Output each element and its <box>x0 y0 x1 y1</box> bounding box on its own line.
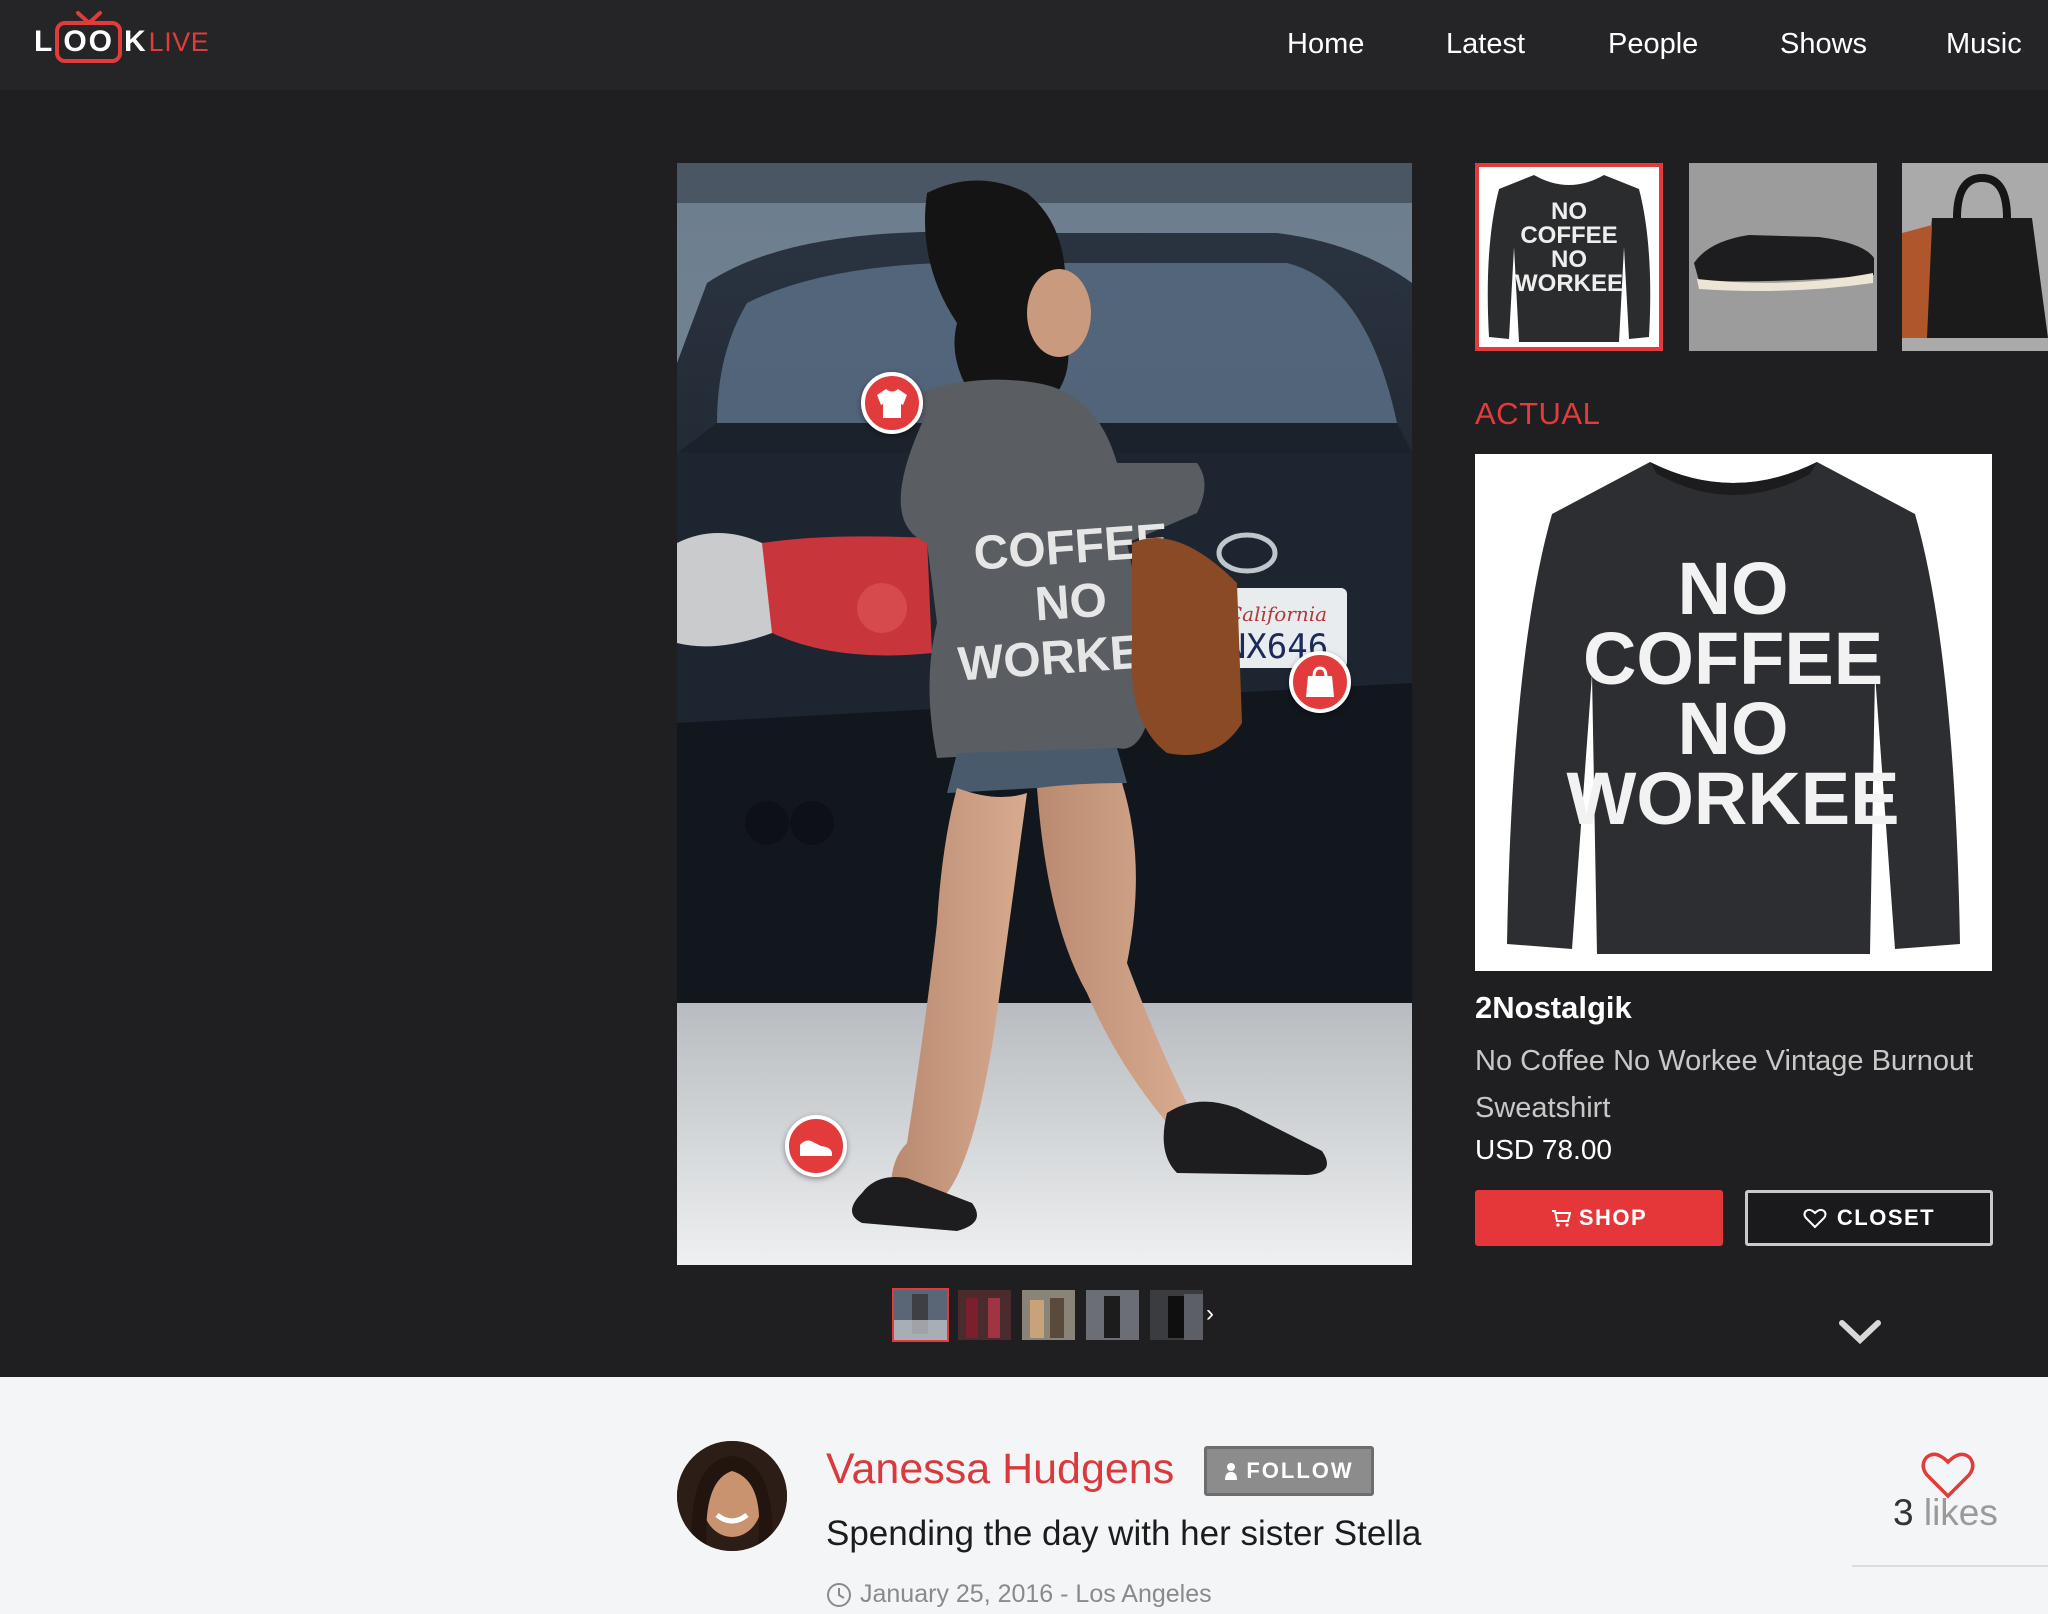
closet-button-label: CLOSET <box>1836 1205 1936 1230</box>
thumb-shirt-line-3: NO <box>1551 246 1587 273</box>
street-scene-image: California NX646 COFFEE NO WORKEE <box>677 163 1412 1265</box>
gallery-thumb-image <box>894 1290 947 1340</box>
gallery-thumb[interactable] <box>892 1288 949 1342</box>
hotspot-bag[interactable] <box>1289 651 1351 713</box>
lookk-live-logo[interactable]: L OO K LIVE <box>34 11 210 70</box>
logo-letter-l: L <box>34 25 54 58</box>
avatar-image <box>677 1441 787 1551</box>
look-photo[interactable]: California NX646 COFFEE NO WORKEE <box>677 163 1412 1265</box>
follow-button-label: FOLLOW <box>1246 1458 1354 1483</box>
logo-live-text: LIVE <box>148 26 210 57</box>
person-icon <box>1225 1463 1238 1480</box>
nav-people[interactable]: People <box>1608 22 1698 66</box>
product-thumb-sweatshirt[interactable]: NO COFFEE NO WORKEE <box>1475 163 1663 351</box>
nav-shows[interactable]: Shows <box>1780 22 1867 66</box>
shoe-icon <box>800 1140 832 1156</box>
gallery-thumb[interactable] <box>1084 1288 1141 1342</box>
hotspot-shoe[interactable] <box>785 1115 847 1177</box>
gallery-thumb-image <box>1022 1290 1075 1340</box>
bag-thumb-image <box>1902 163 2048 351</box>
nav-latest[interactable]: Latest <box>1446 22 1525 66</box>
avatar[interactable] <box>677 1441 787 1551</box>
product-name[interactable]: No Coffee No Workee Vintage Burnout Swea… <box>1475 1038 2015 1132</box>
bag-icon <box>1306 666 1334 697</box>
closet-button[interactable]: CLOSET <box>1745 1190 1993 1246</box>
post-meta: January 25, 2016 - Los Angeles <box>826 1580 1212 1609</box>
plate-state-text: California <box>1227 602 1327 626</box>
product-brand[interactable]: 2Nostalgik <box>1475 990 1632 1026</box>
heart-outline-icon <box>1803 1208 1827 1229</box>
nav-home[interactable]: Home <box>1287 22 1364 66</box>
product-image[interactable]: NO COFFEE NO WORKEE <box>1475 454 1992 971</box>
thumb-shirt-line-4: WORKEE <box>1515 270 1623 297</box>
gallery-thumb-image <box>1150 1290 1203 1340</box>
shoe-thumb-image <box>1689 163 1877 351</box>
sweatshirt-product-image: NO COFFEE NO WORKEE <box>1507 462 1960 954</box>
gallery-thumb[interactable] <box>956 1288 1013 1342</box>
likes-divider <box>1852 1565 2048 1567</box>
gallery-thumb[interactable] <box>1020 1288 1077 1342</box>
product-thumb-shoe[interactable] <box>1689 163 1877 351</box>
thumb-shirt-line-2: COFFEE <box>1520 222 1617 249</box>
product-price: USD 78.00 <box>1475 1134 1612 1165</box>
photo-gallery-strip <box>892 1288 1205 1342</box>
likes-word: likes <box>1923 1492 1998 1533</box>
photo-shirt-line-2: NO <box>1033 574 1109 632</box>
person-name[interactable]: Vanessa Hudgens <box>826 1445 1174 1494</box>
follow-button[interactable]: FOLLOW <box>1204 1446 1374 1496</box>
hotspot-sweatshirt[interactable] <box>861 372 923 434</box>
tv-antenna-icon <box>75 11 102 25</box>
product-shirt-line-4: WORKEE <box>1567 757 1900 840</box>
gallery-thumb-image <box>1086 1290 1139 1340</box>
nav-music[interactable]: Music <box>1946 22 2022 66</box>
sweatshirt-thumb-image: NO COFFEE NO WORKEE <box>1487 175 1651 342</box>
shop-button-label: SHOP <box>1578 1205 1648 1230</box>
post-date-location: January 25, 2016 - Los Angeles <box>860 1580 1212 1608</box>
logo-tv-frame: OO <box>55 11 122 63</box>
product-thumb-bag[interactable] <box>1902 163 2048 351</box>
likes-count: 3 likes <box>1893 1492 1998 1534</box>
post-caption: Spending the day with her sister Stella <box>826 1514 1422 1553</box>
likes-number: 3 <box>1893 1492 1914 1533</box>
top-navigation-bar: L OO K LIVE Home Latest People Shows Mus… <box>0 0 2048 90</box>
chevron-down-icon[interactable] <box>1838 1318 1882 1346</box>
gallery-next-arrow-icon[interactable]: › <box>1206 1298 1222 1330</box>
sweatshirt-icon <box>877 389 907 418</box>
shopping-cart-icon <box>1551 1210 1571 1227</box>
actual-label: ACTUAL <box>1475 396 1601 431</box>
thumb-shirt-line-1: NO <box>1551 198 1587 225</box>
gallery-thumb-image <box>958 1290 1011 1340</box>
gallery-thumb[interactable] <box>1148 1288 1205 1342</box>
logo-letters-oo: OO <box>63 25 114 58</box>
shop-button[interactable]: SHOP <box>1475 1190 1723 1246</box>
post-info-section <box>0 1377 2048 1614</box>
logo-letter-k: K <box>124 25 147 58</box>
clock-icon <box>827 1582 851 1607</box>
